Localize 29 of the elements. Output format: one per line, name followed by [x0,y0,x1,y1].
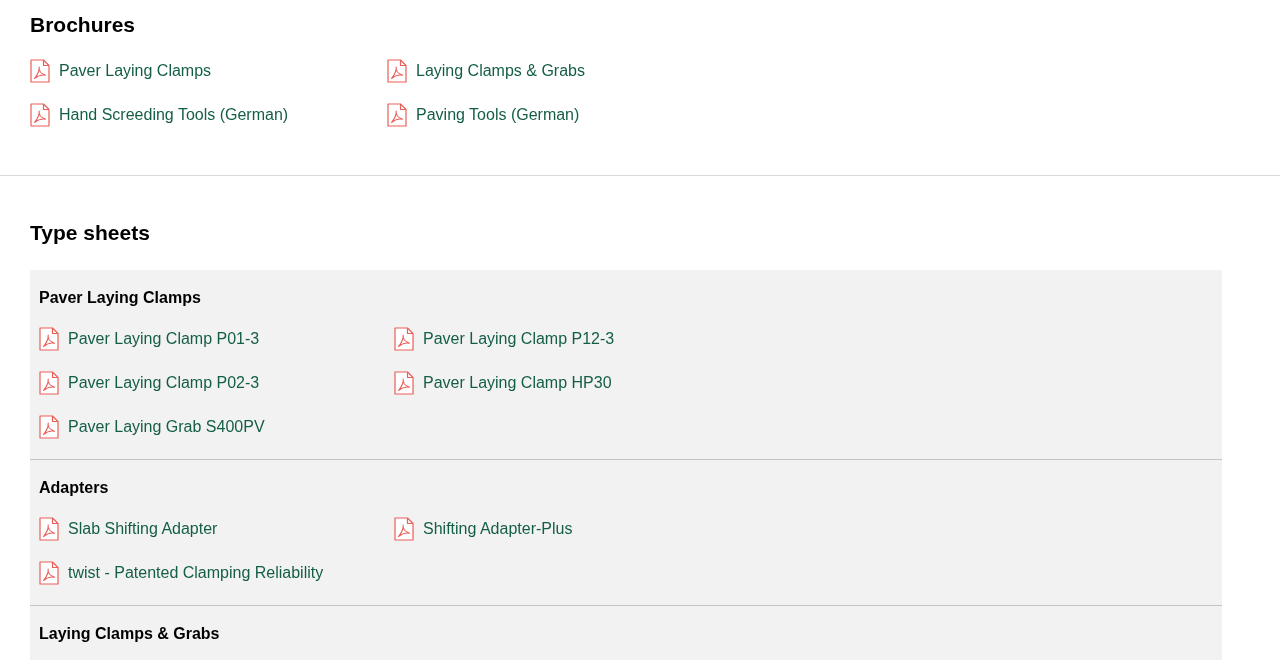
section-heading: Type sheets [30,220,151,246]
pdf-icon [394,327,414,351]
pdf-link[interactable]: Paver Laying Clamp P12-3 [394,327,615,351]
pdf-icon [39,371,59,395]
pdf-icon [30,103,50,127]
pdf-icon [39,561,59,585]
group-heading: Adapters [39,478,110,498]
pdf-icon [387,103,407,127]
pdf-link[interactable]: Paver Laying Clamps [30,59,212,83]
group-heading: Paver Laying Clamps [39,288,202,308]
section-heading: Brochures [30,12,137,38]
pdf-icon [394,371,414,395]
pdf-icon [30,59,50,83]
pdf-link[interactable]: Shifting Adapter-Plus [394,517,573,541]
pdf-link[interactable]: Paver Laying Clamp P02-3 [39,371,260,395]
pdf-icon [394,517,414,541]
pdf-icon [39,415,59,439]
pdf-link[interactable]: Paver Laying Grab S400PV [39,415,265,439]
pdf-link[interactable]: Slab Shifting Adapter [39,517,218,541]
pdf-link[interactable]: Paving Tools (German) [387,103,580,127]
pdf-link[interactable]: twist - Patented Clamping Reliability [39,561,324,585]
pdf-icon [387,59,407,83]
pdf-link[interactable]: Laying Clamps & Grabs [387,59,585,83]
pdf-link[interactable]: Hand Screeding Tools (German) [30,103,289,127]
pdf-icon [39,327,59,351]
group-heading: Laying Clamps & Grabs [39,624,221,644]
pdf-link[interactable]: Paver Laying Clamp P01-3 [39,327,260,351]
pdf-link[interactable]: Paver Laying Clamp HP30 [394,371,612,395]
pdf-icon [39,517,59,541]
